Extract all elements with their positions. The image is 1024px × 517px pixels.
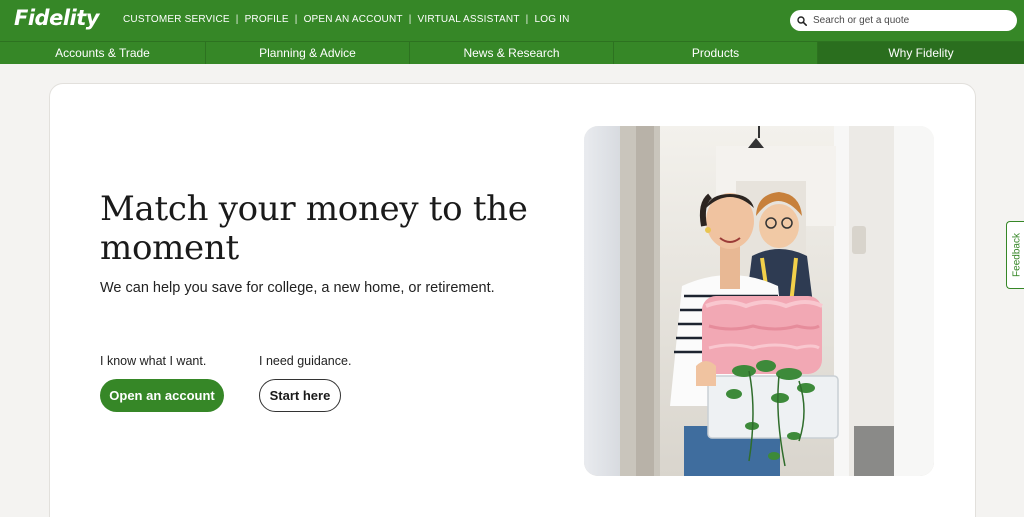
profile-link[interactable]: PROFILE bbox=[245, 14, 289, 25]
cta-label-know: I know what I want. bbox=[100, 354, 207, 368]
start-here-button[interactable]: Start here bbox=[259, 379, 341, 412]
hero-subhead: We can help you save for college, a new … bbox=[100, 280, 495, 296]
feedback-tab[interactable]: Feedback bbox=[1006, 221, 1024, 289]
hero-card: Match your money to the moment We can he… bbox=[49, 83, 976, 517]
open-an-account-link[interactable]: OPEN AN ACCOUNT bbox=[304, 14, 403, 25]
utility-nav: CUSTOMER SERVICE | PROFILE | OPEN AN ACC… bbox=[123, 14, 570, 25]
hero-photo bbox=[584, 126, 934, 476]
search-icon[interactable] bbox=[797, 15, 807, 26]
cta-label-guidance: I need guidance. bbox=[259, 354, 352, 368]
tab-why-fidelity[interactable]: Why Fidelity bbox=[818, 42, 1024, 64]
tab-news-research[interactable]: News & Research bbox=[410, 42, 614, 64]
search-box[interactable] bbox=[790, 10, 1017, 31]
top-bar: Fidelity CUSTOMER SERVICE | PROFILE | OP… bbox=[0, 0, 1024, 41]
utility-separator: | bbox=[408, 14, 412, 25]
tab-planning-advice[interactable]: Planning & Advice bbox=[206, 42, 410, 64]
tab-products[interactable]: Products bbox=[614, 42, 818, 64]
search-input[interactable] bbox=[813, 15, 1003, 26]
virtual-assistant-link[interactable]: VIRTUAL ASSISTANT bbox=[418, 14, 520, 25]
tab-accounts-trade[interactable]: Accounts & Trade bbox=[0, 42, 206, 64]
log-in-link[interactable]: LOG IN bbox=[534, 14, 569, 25]
feedback-label: Feedback bbox=[1011, 233, 1022, 277]
fidelity-logo[interactable]: Fidelity bbox=[14, 6, 99, 30]
utility-separator: | bbox=[294, 14, 298, 25]
open-account-button[interactable]: Open an account bbox=[100, 379, 224, 412]
customer-service-link[interactable]: CUSTOMER SERVICE bbox=[123, 14, 230, 25]
main-nav: Accounts & Trade Planning & Advice News … bbox=[0, 41, 1024, 64]
hero-image bbox=[584, 126, 934, 476]
hero-headline: Match your money to the moment bbox=[100, 189, 528, 268]
utility-separator: | bbox=[235, 14, 239, 25]
utility-separator: | bbox=[525, 14, 529, 25]
